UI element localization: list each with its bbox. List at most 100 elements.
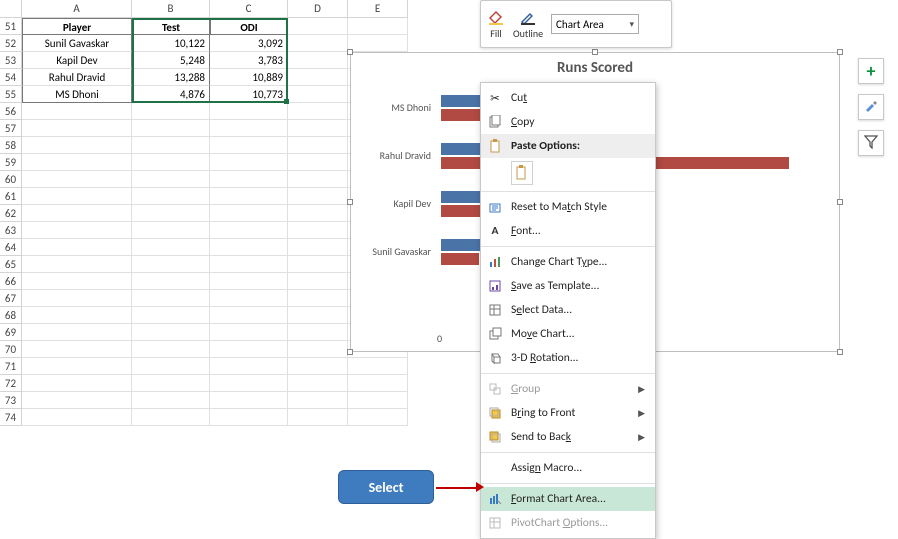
cell[interactable] [22,120,132,137]
cell[interactable] [22,392,132,409]
menu-copy[interactable]: Copy [481,110,655,134]
row-number[interactable]: 53 [0,52,22,69]
row-number[interactable]: 70 [0,341,22,358]
cell[interactable] [348,392,408,409]
cell[interactable] [288,358,348,375]
cell[interactable] [22,256,132,273]
cell[interactable] [288,171,348,188]
cell[interactable] [210,307,288,324]
cell[interactable] [210,290,288,307]
header-odi[interactable]: ODI [210,18,288,35]
cell[interactable] [22,188,132,205]
chart-elements-button[interactable]: + [858,58,884,84]
cell[interactable] [288,273,348,290]
cell[interactable] [22,222,132,239]
cell[interactable] [210,120,288,137]
cell[interactable] [132,341,210,358]
cell[interactable] [288,154,348,171]
cell[interactable] [22,137,132,154]
cell[interactable] [288,205,348,222]
cell[interactable] [288,103,348,120]
cell-player[interactable]: Rahul Dravid [22,69,132,86]
cell-odi[interactable]: 3,092 [210,35,288,52]
cell[interactable] [210,171,288,188]
cell[interactable] [132,205,210,222]
cell-odi[interactable]: 3,783 [210,52,288,69]
menu-assign-macro[interactable]: Assign Macro... [481,456,655,480]
cell[interactable] [132,137,210,154]
cell[interactable] [22,290,132,307]
cell[interactable] [210,103,288,120]
cell[interactable] [132,375,210,392]
cell[interactable] [348,409,408,426]
cell[interactable] [22,341,132,358]
cell[interactable] [210,273,288,290]
cell[interactable] [210,375,288,392]
cell[interactable] [132,239,210,256]
row-number[interactable]: 57 [0,120,22,137]
cell[interactable] [132,154,210,171]
cell[interactable] [288,341,348,358]
cell[interactable] [132,307,210,324]
menu-select-data[interactable]: Select Data... [481,298,655,322]
cell[interactable] [210,358,288,375]
bar-odi[interactable] [441,253,479,265]
row-number[interactable]: 63 [0,222,22,239]
row-number[interactable]: 64 [0,239,22,256]
cell[interactable] [132,358,210,375]
row-number[interactable]: 69 [0,324,22,341]
cell[interactable] [210,409,288,426]
col-header-C[interactable]: C [210,0,288,18]
cell[interactable] [22,171,132,188]
cell[interactable] [132,171,210,188]
cell-odi[interactable]: 10,773 [210,86,288,103]
menu-move-chart[interactable]: Move Chart... [481,322,655,346]
row-number[interactable]: 51 [0,18,22,35]
cell-odi[interactable]: 10,889 [210,69,288,86]
row-number[interactable]: 74 [0,409,22,426]
row-number[interactable]: 65 [0,256,22,273]
cell-player[interactable]: Kapil Dev [22,52,132,69]
cell[interactable] [210,392,288,409]
cell[interactable] [288,307,348,324]
row-number[interactable]: 71 [0,358,22,375]
cell[interactable] [132,103,210,120]
menu-3d-rotation[interactable]: 3-D Rotation... [481,346,655,370]
menu-font[interactable]: A Font... [481,219,655,243]
cell[interactable] [288,188,348,205]
chart-filter-button[interactable] [858,130,884,156]
chart-styles-button[interactable] [858,94,884,120]
cell[interactable] [288,137,348,154]
cell[interactable] [132,120,210,137]
row-number[interactable]: 68 [0,307,22,324]
cell[interactable] [210,341,288,358]
col-header-E[interactable]: E [348,0,408,18]
cell[interactable] [22,375,132,392]
cell-player[interactable]: MS Dhoni [22,86,132,103]
cell[interactable] [288,18,348,35]
col-header-A[interactable]: A [22,0,132,18]
cell[interactable] [348,35,408,52]
row-number[interactable]: 55 [0,86,22,103]
cell[interactable] [288,256,348,273]
cell[interactable] [288,222,348,239]
cell[interactable] [288,392,348,409]
fill-button[interactable]: Fill [487,8,505,40]
cell[interactable] [288,35,348,52]
cell[interactable] [132,256,210,273]
row-number[interactable]: 72 [0,375,22,392]
cell[interactable] [210,222,288,239]
cell[interactable] [22,239,132,256]
menu-change-chart-type[interactable]: Change Chart Type... [481,250,655,274]
cell[interactable] [288,52,348,69]
cell[interactable] [288,324,348,341]
cell[interactable] [22,273,132,290]
cell[interactable] [210,188,288,205]
row-number[interactable]: 67 [0,290,22,307]
cell[interactable] [288,290,348,307]
row-number[interactable]: 73 [0,392,22,409]
menu-bring-to-front[interactable]: Bring to Front ▶ [481,401,655,425]
cell[interactable] [22,103,132,120]
row-number[interactable]: 58 [0,137,22,154]
row-number[interactable]: 52 [0,35,22,52]
